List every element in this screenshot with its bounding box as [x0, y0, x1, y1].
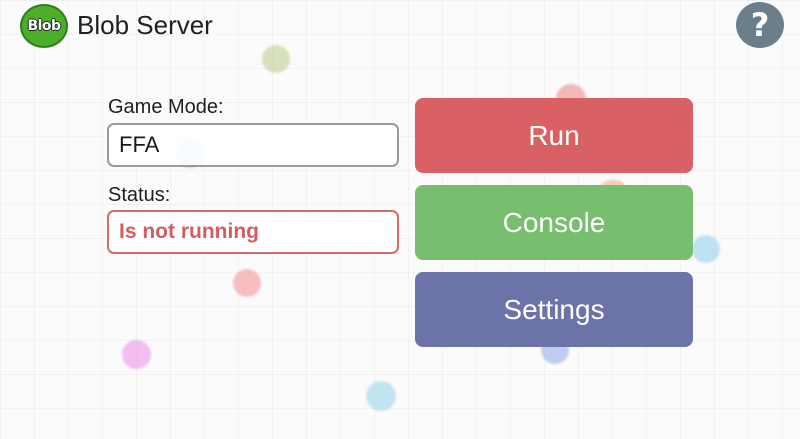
status-field: Is not running [107, 210, 399, 254]
background-blob [366, 381, 396, 411]
run-button[interactable]: Run [415, 98, 693, 173]
status-label: Status: [108, 184, 171, 206]
app-header: Blob Blob Server ? [0, 0, 800, 52]
app-title: Blob Server [77, 10, 213, 40]
status-value: Is not running [119, 220, 259, 243]
background-blob [122, 340, 151, 369]
game-mode-label: Game Mode: [108, 96, 224, 118]
blob-logo-icon: Blob [20, 4, 68, 48]
help-button[interactable]: ? [736, 2, 784, 48]
logo-text: Blob [27, 18, 61, 34]
game-mode-field[interactable]: FFA [107, 123, 399, 167]
question-mark-icon: ? [750, 6, 770, 44]
game-mode-value: FFA [119, 132, 160, 157]
console-button[interactable]: Console [415, 185, 693, 260]
settings-button[interactable]: Settings [415, 272, 693, 347]
background-blob [233, 269, 261, 297]
background-blob [692, 235, 720, 263]
